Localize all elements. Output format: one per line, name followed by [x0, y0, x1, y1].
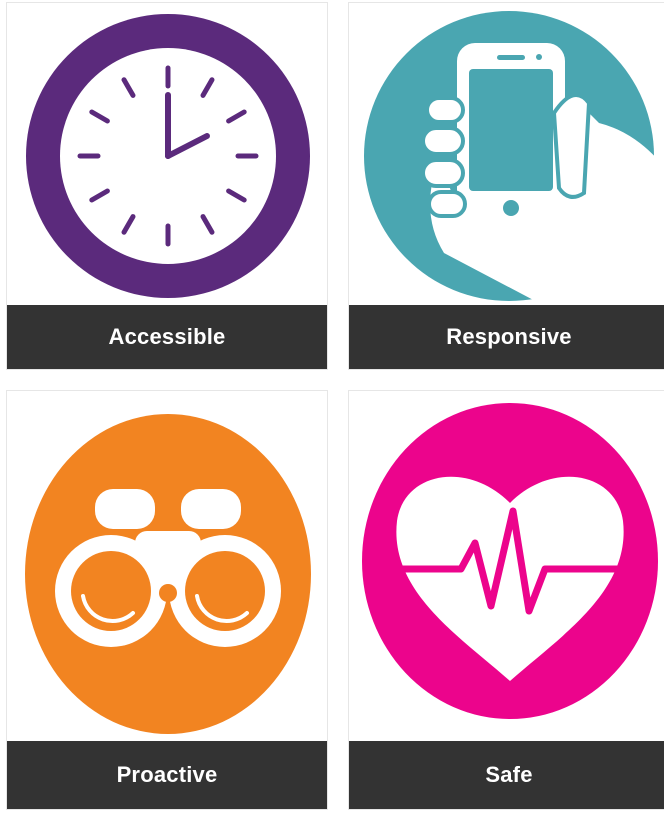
card-label: Accessible — [7, 305, 327, 369]
card-label: Safe — [349, 741, 664, 809]
card-label: Responsive — [349, 305, 664, 369]
binoculars-icon — [7, 391, 327, 743]
card-responsive[interactable]: Responsive — [348, 2, 664, 370]
card-safe[interactable]: Safe — [348, 390, 664, 810]
card-proactive[interactable]: Proactive — [6, 390, 328, 810]
phone-in-hand-icon — [349, 3, 664, 307]
card-accessible[interactable]: Accessible — [6, 2, 328, 370]
card-label: Proactive — [7, 741, 327, 809]
heart-pulse-icon — [349, 391, 664, 743]
clock-icon — [7, 3, 327, 307]
